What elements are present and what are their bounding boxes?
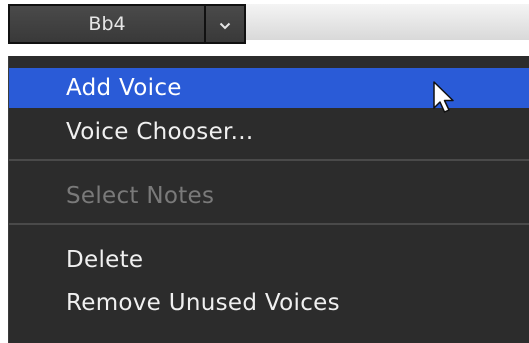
menu-item-label: Voice Chooser...: [66, 119, 254, 145]
voice-menu-screen: Bb4 Add Voice Voice Chooser... Select No…: [0, 0, 529, 343]
menu-item-label: Add Voice: [66, 75, 182, 101]
voice-selector-value[interactable]: Bb4: [10, 6, 204, 42]
voice-selector-dropdown-button[interactable]: [206, 6, 244, 42]
voice-selector[interactable]: Bb4: [8, 4, 246, 44]
toolbar-background: [246, 4, 529, 40]
menu-item-remove-unused-voices[interactable]: Remove Unused Voices: [9, 283, 529, 323]
menu-item-delete[interactable]: Delete: [9, 240, 529, 280]
menu-item-label: Delete: [66, 247, 144, 273]
chevron-down-icon: [219, 15, 231, 34]
menu-separator: [9, 223, 529, 225]
mouse-pointer-icon: [432, 80, 456, 116]
menu-item-select-notes: Select Notes: [9, 176, 529, 216]
menu-item-label: Remove Unused Voices: [66, 290, 340, 316]
menu-item-label: Select Notes: [66, 183, 215, 209]
menu-item-voice-chooser[interactable]: Voice Chooser...: [9, 112, 529, 152]
menu-separator: [9, 159, 529, 161]
